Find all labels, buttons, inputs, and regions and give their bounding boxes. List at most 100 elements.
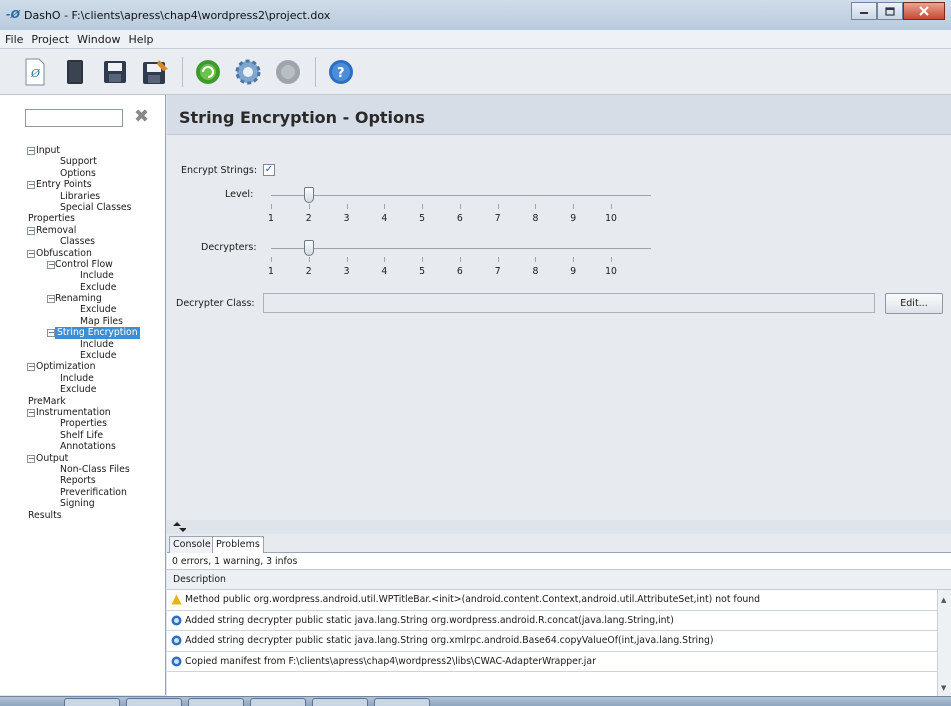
menu-project[interactable]: Project — [30, 33, 70, 46]
tree-item[interactable]: − Removal — [0, 225, 166, 236]
search-input[interactable] — [25, 109, 123, 127]
tree-item[interactable]: − Renaming — [0, 293, 166, 304]
problem-row[interactable]: Method public org.wordpress.android.util… — [167, 590, 937, 611]
tree-item-label[interactable]: Include — [60, 373, 94, 384]
tree-item[interactable]: Exclude — [0, 350, 166, 361]
level-slider[interactable]: 1 2 3 4 5 6 7 8 9 10 — [268, 183, 651, 224]
collapse-icon[interactable]: − — [27, 147, 35, 155]
tree-item[interactable]: − Output — [0, 453, 166, 464]
tree-item-label[interactable]: PreMark — [28, 396, 66, 407]
tree-item-label[interactable]: Classes — [60, 236, 95, 247]
decrypters-slider[interactable]: 1 2 3 4 5 6 7 8 9 10 — [268, 236, 651, 277]
settings-button[interactable] — [233, 57, 263, 87]
tree-item[interactable]: Non-Class Files — [0, 464, 166, 475]
tree-item-label[interactable]: Preverification — [60, 487, 127, 498]
slider-track[interactable] — [271, 195, 651, 196]
tree-item-label[interactable]: Special Classes — [60, 202, 131, 213]
tree-item[interactable]: Options — [0, 168, 166, 179]
scroll-down-icon[interactable]: ▼ — [941, 684, 946, 692]
tree-item[interactable]: Properties — [0, 213, 166, 224]
tree-item[interactable]: Include — [0, 339, 166, 350]
collapse-icon[interactable]: − — [27, 408, 35, 417]
tree-item[interactable]: Reports — [0, 475, 166, 486]
taskbar-item[interactable] — [188, 698, 244, 706]
tree-item[interactable]: − Obfuscation — [0, 248, 166, 259]
tree-item-label[interactable]: Exclude — [60, 384, 96, 395]
taskbar-item[interactable] — [374, 698, 430, 706]
tree-item-label[interactable]: Control Flow — [55, 259, 113, 270]
collapse-icon[interactable]: − — [27, 226, 35, 235]
tree-item-label[interactable]: Exclude — [80, 282, 116, 293]
collapse-icon[interactable]: − — [27, 249, 35, 258]
taskbar-item[interactable] — [250, 698, 306, 706]
tree-item-label[interactable]: Include — [80, 339, 114, 350]
decrypter-class-field[interactable] — [263, 293, 875, 313]
minimize-button[interactable] — [851, 2, 877, 20]
help-button[interactable]: ? — [326, 57, 356, 87]
column-header-description[interactable]: Description — [167, 570, 951, 590]
encrypt-strings-checkbox[interactable]: ✓ — [263, 164, 275, 176]
tree-item[interactable]: − Control Flow — [0, 259, 166, 270]
collapse-icon[interactable]: − — [27, 454, 35, 463]
tree-item[interactable]: Preverification — [0, 487, 166, 498]
tree-item[interactable]: − Instrumentation — [0, 407, 166, 418]
tree-item-label[interactable]: Properties — [60, 418, 107, 429]
collapse-icon[interactable]: − — [27, 363, 35, 372]
tree-item[interactable]: Shelf Life — [0, 430, 166, 441]
maximize-button[interactable] — [877, 2, 903, 20]
stop-button[interactable] — [273, 57, 303, 87]
tree-item-label[interactable]: Results — [28, 510, 62, 521]
tree-item[interactable]: Properties — [0, 418, 166, 429]
tree-item[interactable]: − Optimization — [0, 361, 166, 372]
scrollbar[interactable]: ▲ ▼ — [937, 590, 951, 696]
tree-item-label[interactable]: Options — [60, 168, 96, 179]
tree-item-label[interactable]: Support — [60, 156, 97, 167]
tree-item-label[interactable]: Properties — [28, 213, 75, 224]
tree-item[interactable]: PreMark — [0, 396, 166, 407]
collapse-icon[interactable]: − — [47, 260, 55, 269]
tree-item-label[interactable]: Input — [36, 145, 60, 156]
tree-item[interactable]: Map Files — [0, 316, 166, 327]
clear-search-icon[interactable]: ✖ — [134, 107, 149, 127]
tree-item-label[interactable]: Reports — [60, 475, 96, 486]
slider-thumb[interactable] — [303, 187, 314, 203]
tree-item[interactable]: Special Classes — [0, 202, 166, 213]
tree-item[interactable]: Exclude — [0, 282, 166, 293]
tree-item[interactable]: Exclude — [0, 384, 166, 395]
collapse-expand-icon[interactable] — [172, 521, 186, 533]
tree-item-label[interactable]: Output — [36, 453, 68, 464]
tree-item[interactable]: Libraries — [0, 191, 166, 202]
tree-item-label[interactable]: Non-Class Files — [60, 464, 130, 475]
tree-item[interactable]: Results — [0, 510, 166, 521]
tree-item[interactable]: − String Encryption — [0, 327, 166, 339]
tree-item-label[interactable]: Instrumentation — [36, 407, 111, 418]
open-project-button[interactable] — [60, 57, 90, 87]
tree-item-label[interactable]: Optimization — [36, 361, 95, 372]
build-button[interactable] — [193, 57, 223, 87]
tree-item[interactable]: Support — [0, 156, 166, 167]
new-project-button[interactable]: Ø — [20, 57, 50, 87]
collapse-icon[interactable]: − — [47, 329, 55, 338]
tree-item-label[interactable]: Removal — [36, 225, 76, 236]
taskbar-item[interactable] — [126, 698, 182, 706]
menu-file[interactable]: File — [4, 33, 24, 46]
tree-item[interactable]: Annotations — [0, 441, 166, 452]
tree-item[interactable]: Exclude — [0, 304, 166, 315]
slider-track[interactable] — [271, 248, 651, 249]
tab-console[interactable]: Console — [169, 536, 215, 553]
panel-divider[interactable] — [167, 520, 951, 534]
close-button[interactable] — [903, 2, 945, 20]
problem-row[interactable]: Copied manifest from F:\clients\apress\c… — [167, 652, 937, 672]
taskbar-item[interactable] — [312, 698, 368, 706]
tree-item[interactable]: Classes — [0, 236, 166, 247]
tree-item-label[interactable]: Libraries — [60, 191, 100, 202]
edit-button[interactable]: Edit... — [885, 293, 943, 314]
tree-item[interactable]: Include — [0, 373, 166, 384]
menu-window[interactable]: Window — [76, 33, 121, 46]
tree-item-label[interactable]: String Encryption — [55, 327, 140, 339]
tab-problems[interactable]: Problems — [212, 536, 264, 554]
tree-item-label[interactable]: Map Files — [80, 316, 123, 327]
tree-item-label[interactable]: Obfuscation — [36, 248, 92, 259]
tree-item[interactable]: − Input — [0, 145, 166, 156]
save-button[interactable] — [100, 57, 130, 87]
